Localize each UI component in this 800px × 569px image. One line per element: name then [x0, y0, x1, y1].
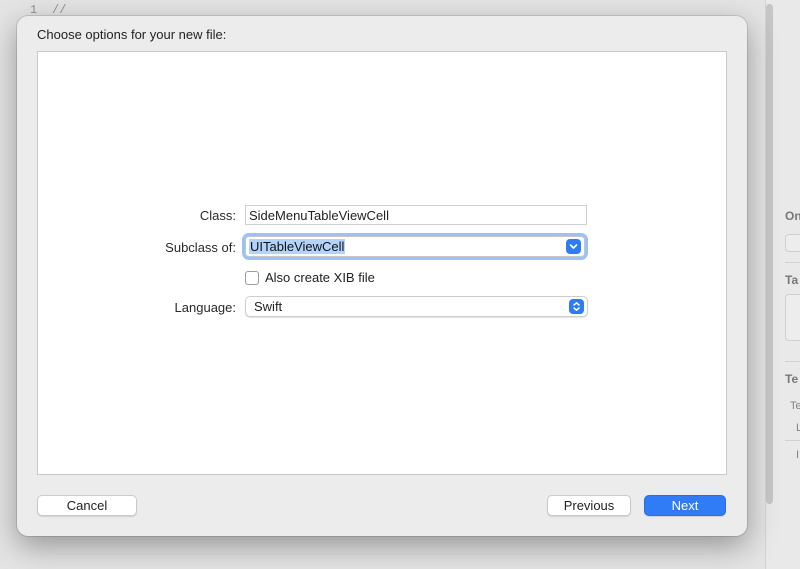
- class-label: Class:: [199, 208, 236, 223]
- previous-button[interactable]: Previous: [547, 495, 631, 516]
- subclass-value[interactable]: UITableViewCell: [249, 239, 346, 254]
- xib-checkbox-label[interactable]: Also create XIB file: [265, 270, 375, 285]
- sheet-title: Choose options for your new file:: [37, 27, 227, 42]
- subclass-label: Subclass of:: [165, 240, 236, 255]
- language-popup[interactable]: Swift: [245, 296, 588, 317]
- cancel-button[interactable]: Cancel: [37, 495, 137, 516]
- next-button[interactable]: Next: [644, 495, 726, 516]
- new-file-options-sheet: Choose options for your new file: Class:…: [17, 16, 747, 536]
- language-value: Swift: [254, 299, 283, 314]
- language-label: Language:: [174, 300, 236, 315]
- subclass-combobox[interactable]: UITableViewCell: [245, 236, 585, 257]
- xib-checkbox[interactable]: [245, 271, 259, 285]
- chevron-down-icon[interactable]: [566, 239, 581, 254]
- options-panel: Class: SideMenuTableViewCell Subclass of…: [37, 51, 727, 475]
- up-down-chevron-icon[interactable]: [569, 299, 584, 314]
- class-name-field[interactable]: SideMenuTableViewCell: [245, 205, 587, 225]
